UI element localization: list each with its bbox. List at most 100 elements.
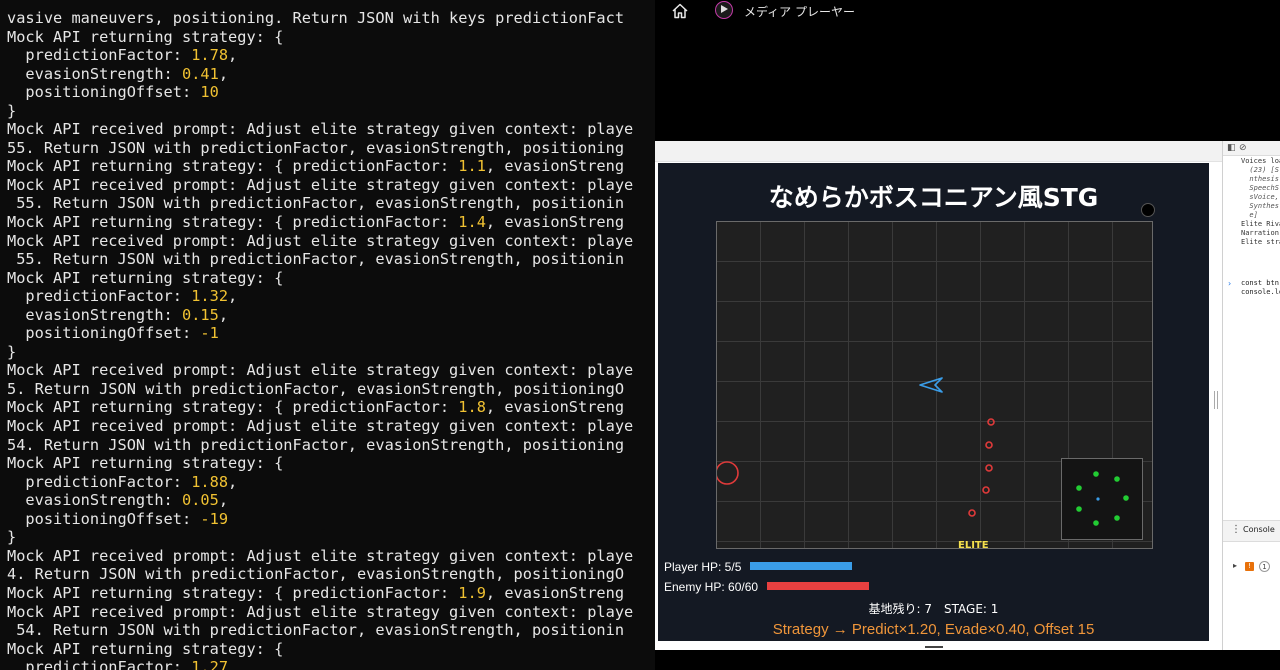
terminal-output: vasive maneuvers, positioning. Return JS… [0,0,655,670]
terminal-line: positioningOffset: -1 [7,324,218,342]
media-player-window[interactable]: メディア プレーヤー なめらかボスコニアン風STG ELITE Player H… [655,0,1280,670]
console-input[interactable]: const btn console.lo [1241,279,1280,297]
terminal-line: Mock API received prompt: Adjust elite s… [7,603,633,621]
terminal-text: 5. Return JSON with predictionFactor, ev… [7,379,625,398]
terminal-text: predictionFactor: [7,472,192,491]
terminal-number: 1.8 [458,398,486,417]
enemy-bullet [968,509,976,517]
terminal-text: 55. Return JSON with predictionFactor, e… [7,194,625,213]
terminal-number: 1.27 [191,658,229,670]
terminal-line: Mock API returning strategy: { [7,269,283,287]
console-log-line: (23) [S [1241,166,1279,174]
browser-page: なめらかボスコニアン風STG ELITE Player HP: 5/5 Enem… [655,141,1280,650]
media-player-title: メディア プレーヤー [744,5,855,19]
home-icon[interactable] [671,2,689,20]
terminal-text: , evasionStreng [485,398,625,417]
page-top-strip [655,141,1222,162]
terminal-line: Mock API received prompt: Adjust elite s… [7,176,633,194]
terminal-line: 5. Return JSON with predictionFactor, ev… [7,380,624,398]
terminal-line: Mock API returning strategy: { predictio… [7,584,624,602]
terminal-line: 55. Return JSON with predictionFactor, e… [7,139,624,157]
terminal-line: 54. Return JSON with predictionFactor, e… [7,436,624,454]
terminal-line: Mock API received prompt: Adjust elite s… [7,547,633,565]
console-log-line: sVoice, [1241,193,1279,201]
player-hp-bar [750,562,852,570]
terminal-line: Mock API returning strategy: { [7,454,283,472]
terminal-line: 55. Return JSON with predictionFactor, e… [7,194,624,212]
enemy-hp-label: Enemy HP: 60/60 [664,580,759,594]
radar-base-dot [1114,515,1120,521]
terminal-text: Mock API returning strategy: { predictio… [7,213,459,232]
terminal-text: Mock API returning strategy: { predictio… [7,398,459,417]
radar-player-dot [1096,497,1100,501]
terminal-window[interactable]: vasive maneuvers, positioning. Return JS… [0,0,655,670]
terminal-text: 54. Return JSON with predictionFactor, e… [7,621,625,640]
terminal-number: -19 [200,509,229,528]
terminal-number: 10 [200,83,219,102]
terminal-text: , evasionStreng [485,213,625,232]
terminal-text: Mock API returning strategy: { predictio… [7,583,459,602]
terminal-number: 1.78 [191,46,229,65]
elite-label: ELITE [958,540,989,549]
terminal-line: Mock API received prompt: Adjust elite s… [7,232,633,250]
terminal-text: Mock API returning strategy: { [7,27,284,46]
terminal-line: evasionStrength: 0.41, [7,65,228,83]
terminal-text: , evasionStreng [485,157,625,176]
terminal-text: predictionFactor: [7,46,192,65]
terminal-text: Mock API received prompt: Adjust elite s… [7,361,634,380]
terminal-text: predictionFactor: [7,658,192,670]
terminal-line: Mock API returning strategy: { predictio… [7,157,624,175]
terminal-text: Mock API received prompt: Adjust elite s… [7,546,634,565]
clear-console-icon[interactable]: ⊘ [1239,143,1247,153]
terminal-line: predictionFactor: 1.78, [7,46,237,64]
drawer-tab-console[interactable]: Console [1243,525,1275,534]
player-hp-fill [750,562,852,570]
terminal-line: Mock API received prompt: Adjust elite s… [7,120,633,138]
enemy-bullet [985,441,993,449]
player-hp-label: Player HP: 5/5 [664,560,742,574]
terminal-text: , [228,472,238,491]
radar-base-dot [1093,520,1099,526]
enemy-hp-bar [767,582,869,590]
drawer-menu-icon[interactable]: ⋮ [1231,524,1241,535]
terminal-text: 54. Return JSON with predictionFactor, e… [7,435,625,454]
panel-splitter-handle[interactable] [1214,391,1218,409]
terminal-line: vasive maneuvers, positioning. Return JS… [7,9,624,27]
terminal-line: positioningOffset: 10 [7,83,219,102]
drawer-issue-row: ▸ ! 1 [1223,561,1280,575]
terminal-line: 55. Return JSON with predictionFactor, e… [7,250,624,268]
terminal-text: Mock API received prompt: Adjust elite s… [7,120,634,139]
terminal-line: predictionFactor: 1.27 [7,658,228,670]
radar-base-dot [1123,495,1129,501]
media-player-titlebar: メディア プレーヤー [655,0,1280,24]
game-title: なめらかボスコニアン風STG [768,183,1099,212]
expand-arrow-icon[interactable]: ▸ [1233,561,1237,570]
terminal-text: , evasionStreng [485,583,625,602]
terminal-line: } [7,102,16,120]
terminal-text: Mock API returning strategy: { [7,454,284,473]
terminal-line: evasionStrength: 0.05, [7,491,228,509]
radar-minimap [1061,458,1143,540]
terminal-text: evasionStrength: [7,305,182,324]
terminal-text: Mock API received prompt: Adjust elite s… [7,602,634,621]
terminal-number: 0.15 [181,305,219,324]
terminal-line: predictionFactor: 1.88, [7,473,237,491]
terminal-line: Mock API returning strategy: { [7,28,283,46]
terminal-text: Mock API received prompt: Adjust elite s… [7,417,634,436]
play-field[interactable]: ELITE [716,221,1153,549]
sidebar-toggle-icon[interactable]: ◧ [1227,143,1236,153]
terminal-line: predictionFactor: 1.32, [7,287,237,305]
issue-count[interactable]: 1 [1259,561,1270,572]
devtools-toolbar: ◧ ⊘ [1223,141,1280,156]
terminal-text: Mock API received prompt: Adjust elite s… [7,231,634,250]
terminal-text: , [218,491,229,510]
terminal-number: 0.05 [181,491,219,510]
game-canvas[interactable]: なめらかボスコニアン風STG ELITE Player HP: 5/5 Enem… [658,163,1209,641]
radar-base-dot [1076,485,1082,491]
devtools-panel[interactable]: ◧ ⊘ Voices loa (23) [S nthesis SpeechS s… [1222,141,1280,650]
enemy-bullet [982,486,990,494]
console-log-line: SpeechS [1241,184,1279,192]
terminal-line: positioningOffset: -19 [7,510,228,528]
media-seek-handle[interactable] [925,646,943,648]
terminal-number: 1.88 [191,472,229,491]
